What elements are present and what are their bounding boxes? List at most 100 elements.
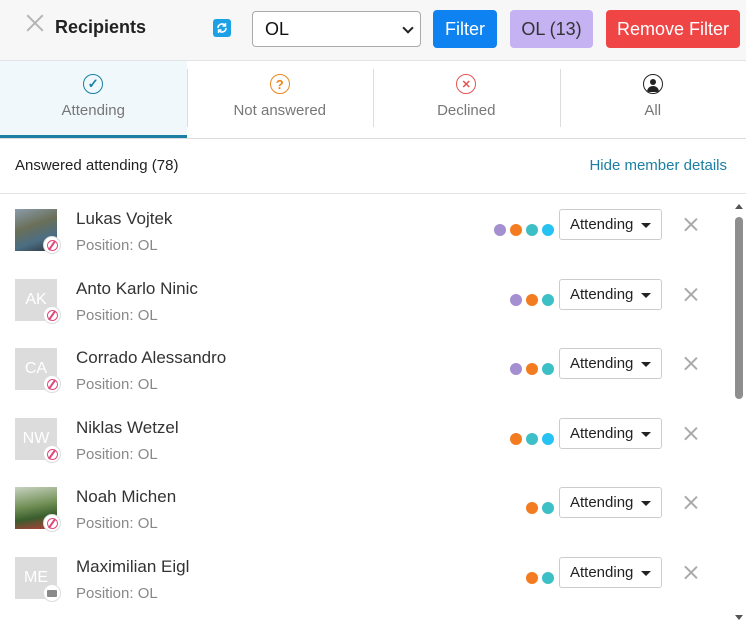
ball-icon [43, 375, 61, 393]
member-row: AK Anto Karlo Ninic Position: OL Attending [0, 279, 730, 349]
group-dot [510, 433, 522, 445]
filter-button[interactable]: Filter [433, 10, 497, 48]
scroll-up-icon[interactable] [735, 204, 743, 209]
group-dot [526, 433, 538, 445]
member-name[interactable]: Noah Michen [76, 487, 176, 507]
mail-icon [43, 584, 61, 602]
remove-member-icon[interactable] [683, 495, 698, 510]
tab-all[interactable]: All [559, 61, 746, 138]
remove-member-icon[interactable] [683, 217, 698, 232]
group-dot [526, 572, 538, 584]
group-dot [510, 224, 522, 236]
response-tabs: ✓ Attending ? Not answered ✕ Declined Al… [0, 61, 746, 139]
avatar-initials: CA [24, 360, 48, 377]
caret-down-icon [641, 293, 651, 298]
group-dot [510, 294, 522, 306]
member-position: Position: OL [76, 446, 158, 463]
close-icon[interactable] [24, 12, 46, 34]
member-name[interactable]: Niklas Wetzel [76, 418, 179, 438]
group-select[interactable]: OL [252, 11, 421, 47]
member-position: Position: OL [76, 585, 158, 602]
group-dot [526, 363, 538, 375]
group-dot [542, 224, 554, 236]
page-title: Recipients [55, 17, 147, 37]
group-dots [494, 224, 554, 236]
caret-down-icon [641, 362, 651, 367]
group-dots [510, 433, 554, 445]
member-row: CA Corrado Alessandro Position: OL Attendin… [0, 348, 730, 418]
scroll-down-icon[interactable] [735, 615, 743, 620]
attendance-status-value: Attending [570, 355, 634, 372]
tab-label: Attending [61, 102, 125, 119]
member-row: Noah Michen Position: OL Attending [0, 487, 730, 557]
group-dots [510, 363, 554, 375]
tab-label: All [644, 102, 662, 119]
group-dot [526, 294, 538, 306]
ball-icon [43, 306, 61, 324]
hide-member-details-link[interactable]: Hide member details [589, 157, 727, 174]
attendance-status-dropdown[interactable]: Attending [559, 348, 662, 379]
scrollbar-thumb[interactable] [735, 217, 743, 399]
chevron-down-icon [402, 22, 414, 34]
refresh-icon[interactable] [213, 19, 231, 37]
member-row: NW Niklas Wetzel Position: OL Attending [0, 418, 730, 488]
attendance-status-value: Attending [570, 286, 634, 303]
tab-declined[interactable]: ✕ Declined [373, 61, 560, 138]
avatar-initials: ME [24, 569, 48, 586]
attendance-status-value: Attending [570, 425, 634, 442]
attendance-status-dropdown[interactable]: Attending [559, 209, 662, 240]
group-dot [526, 502, 538, 514]
group-dots [526, 572, 554, 584]
attendance-status-value: Attending [570, 564, 634, 581]
member-name[interactable]: Maximilian Eigl [76, 557, 189, 577]
attending-count-text: Answered attending (78) [15, 157, 179, 174]
group-dot [542, 572, 554, 584]
member-position: Position: OL [76, 515, 158, 532]
ball-icon [43, 514, 61, 532]
scrollbar[interactable] [733, 200, 746, 622]
ball-icon [43, 236, 61, 254]
remove-member-icon[interactable] [683, 565, 698, 580]
tab-not-answered[interactable]: ? Not answered [186, 61, 374, 138]
ball-icon [43, 445, 61, 463]
tab-label: Not answered [233, 102, 327, 119]
avatar-initials: NW [22, 430, 50, 447]
attendance-status-dropdown[interactable]: Attending [559, 418, 662, 449]
person-circle-icon [642, 74, 663, 94]
x-circle-icon: ✕ [456, 74, 477, 94]
summary-bar: Answered attending (78) Hide member deta… [0, 139, 746, 194]
group-dots [510, 294, 554, 306]
group-dots [526, 502, 554, 514]
attendance-status-dropdown[interactable]: Attending [559, 279, 662, 310]
member-position: Position: OL [76, 307, 158, 324]
member-name[interactable]: Lukas Vojtek [76, 209, 172, 229]
attendance-status-dropdown[interactable]: Attending [559, 487, 662, 518]
member-row: ME Maximilian Eigl Position: OL Attending [0, 557, 730, 622]
member-name[interactable]: Anto Karlo Ninic [76, 279, 198, 299]
remove-filter-button[interactable]: Remove Filter [606, 10, 740, 48]
caret-down-icon [641, 571, 651, 576]
member-position: Position: OL [76, 376, 158, 393]
member-name[interactable]: Corrado Alessandro [76, 348, 226, 368]
tab-label: Declined [437, 102, 496, 119]
attendance-status-value: Attending [570, 216, 634, 233]
caret-down-icon [641, 223, 651, 228]
question-circle-icon: ? [269, 74, 290, 94]
group-count-button[interactable]: OL (13) [510, 10, 593, 48]
tab-attending[interactable]: ✓ Attending [0, 61, 187, 138]
caret-down-icon [641, 432, 651, 437]
group-dot [542, 433, 554, 445]
attendance-status-dropdown[interactable]: Attending [559, 557, 662, 588]
caret-down-icon [641, 501, 651, 506]
member-row: Lukas Vojtek Position: OL Attending [0, 209, 730, 279]
remove-member-icon[interactable] [683, 426, 698, 441]
group-dot [542, 502, 554, 514]
group-dot [542, 294, 554, 306]
avatar-initials: AK [25, 291, 47, 308]
header-bar: Recipients OL Filter OL (13) Remove Filt… [0, 0, 746, 61]
group-dot [510, 363, 522, 375]
remove-member-icon[interactable] [683, 356, 698, 371]
group-select-value: OL [265, 19, 290, 39]
member-position: Position: OL [76, 237, 158, 254]
remove-member-icon[interactable] [683, 287, 698, 302]
